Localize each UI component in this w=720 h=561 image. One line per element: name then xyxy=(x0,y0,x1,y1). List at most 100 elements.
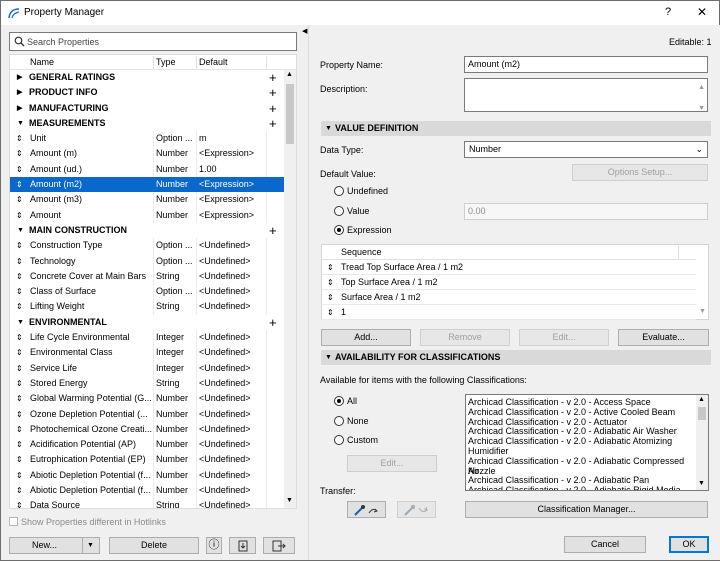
reorder-handle-icon[interactable]: ⇕ xyxy=(16,254,23,269)
classification-item[interactable]: Humidifier xyxy=(468,446,696,456)
reorder-handle-icon[interactable]: ⇕ xyxy=(16,437,23,452)
property-row[interactable]: ⇕ Environmental Class Integer <Undefined> xyxy=(10,345,284,361)
reorder-handle-icon[interactable]: ⇕ xyxy=(16,192,23,207)
new-button[interactable]: New... ▼ xyxy=(9,537,100,554)
info-button[interactable]: ⓘ xyxy=(206,537,222,554)
sequence-row[interactable]: ⇕ Tread Top Surface Area / 1 m2 xyxy=(322,260,696,275)
search-input[interactable] xyxy=(27,34,291,49)
scroll-thumb[interactable] xyxy=(286,84,294,144)
classification-item[interactable]: Archicad Classification - v 2.0 - Active… xyxy=(468,407,696,417)
scroll-thumb[interactable] xyxy=(698,407,706,420)
reorder-handle-icon[interactable]: ⇕ xyxy=(327,275,334,290)
classification-item[interactable]: Archicad Classification - v 2.0 - Adiaba… xyxy=(468,475,696,485)
property-row[interactable]: ⇕ Data Source String <Undefined> xyxy=(10,498,284,508)
radio-value[interactable]: Value xyxy=(334,206,369,216)
property-row[interactable]: ⇕ Abiotic Depletion Potential (f... Number… xyxy=(10,467,284,484)
property-row[interactable]: ⇕ Photochemical Ozone Creati... Number <Und… xyxy=(10,421,284,438)
group-row[interactable]: ▶ MANUFACTURING + xyxy=(10,101,284,116)
search-box[interactable] xyxy=(9,32,297,51)
reorder-handle-icon[interactable]: ⇕ xyxy=(16,422,23,437)
options-setup-button[interactable]: Options Setup... xyxy=(572,164,708,181)
property-row[interactable]: ⇕ Abiotic Depletion Potential (f... Number… xyxy=(10,483,284,499)
sequence-row[interactable]: ⇕ Top Surface Area / 1 m2 xyxy=(322,275,696,290)
reorder-handle-icon[interactable]: ⇕ xyxy=(16,177,23,192)
expression-sequence-list[interactable]: Sequence ⇕ Tread Top Surface Area / 1 m2 ⇕… xyxy=(321,244,709,320)
property-row[interactable]: ⇕ Technology Option ... <Undefined> xyxy=(10,253,284,269)
ok-button[interactable]: OK xyxy=(669,536,709,553)
import-button[interactable] xyxy=(229,537,256,554)
add-property-icon[interactable]: + xyxy=(269,101,277,116)
dropdown-arrow-icon[interactable]: ▼ xyxy=(87,538,94,553)
edit-classifications-button[interactable]: Edit... xyxy=(347,455,437,472)
column-header-default[interactable]: Default xyxy=(199,57,228,67)
sequence-row[interactable]: ⇕ Surface Area / 1 m2 xyxy=(322,290,696,305)
reorder-handle-icon[interactable]: ⇕ xyxy=(16,361,23,376)
collapsed-triangle-icon[interactable]: ▶ xyxy=(17,85,22,100)
delete-button[interactable]: Delete xyxy=(109,537,199,554)
property-row[interactable]: ⇕ Acidification Potential (AP) Number <Unde… xyxy=(10,437,284,453)
reorder-handle-icon[interactable]: ⇕ xyxy=(16,452,23,467)
cancel-button[interactable]: Cancel xyxy=(564,536,646,553)
export-button[interactable] xyxy=(263,537,295,554)
property-row[interactable]: ⇕ Lifting Weight String <Undefined> xyxy=(10,299,284,315)
hotlinks-checkbox[interactable]: Show Properties different in Hotlinks xyxy=(9,517,166,527)
reorder-handle-icon[interactable]: ⇕ xyxy=(16,391,23,406)
radio-none[interactable]: None xyxy=(334,416,369,426)
classification-item[interactable]: Archicad Classification - v 2.0 - Access… xyxy=(468,397,696,407)
group-row[interactable]: ▼ MEASUREMENTS + xyxy=(10,116,284,131)
value-definition-section[interactable]: ▼ VALUE DEFINITION xyxy=(321,121,711,136)
group-row[interactable]: ▼ MAIN CONSTRUCTION + xyxy=(10,223,284,238)
classification-list[interactable]: Archicad Classification - v 2.0 - Access… xyxy=(465,394,709,491)
property-row[interactable]: ⇕ Construction Type Option ... <Undefined> xyxy=(10,238,284,254)
add-property-icon[interactable]: + xyxy=(269,116,277,131)
add-property-icon[interactable]: + xyxy=(269,70,277,85)
classification-item[interactable]: Archicad Classification - v 2.0 - Adiaba… xyxy=(468,485,696,490)
add-button[interactable]: Add... xyxy=(321,329,411,346)
edit-button[interactable]: Edit... xyxy=(519,329,609,346)
collapsed-triangle-icon[interactable]: ▶ xyxy=(17,70,22,85)
property-row[interactable]: ⇕ Life Cycle Environmental Integer <Undefin… xyxy=(10,330,284,346)
expanded-triangle-icon[interactable]: ▼ xyxy=(17,223,24,238)
scroll-down-icon[interactable]: ▼ xyxy=(699,308,706,315)
remove-button[interactable]: Remove xyxy=(420,329,510,346)
expanded-triangle-icon[interactable]: ▼ xyxy=(17,315,24,330)
property-row[interactable]: ⇕ Ozone Depletion Potential (... Number <Un… xyxy=(10,406,284,422)
reorder-handle-icon[interactable]: ⇕ xyxy=(16,299,23,314)
property-row[interactable]: ⇕ Amount (m3) Number <Expression> xyxy=(10,192,284,208)
property-name-field[interactable]: Amount (m2) xyxy=(464,56,708,73)
radio-custom[interactable]: Custom xyxy=(334,435,378,445)
reorder-handle-icon[interactable]: ⇕ xyxy=(16,407,23,422)
reorder-handle-icon[interactable]: ⇕ xyxy=(16,376,23,391)
reorder-handle-icon[interactable]: ⇕ xyxy=(16,284,23,299)
transfer-pick-button[interactable] xyxy=(347,501,386,518)
reorder-handle-icon[interactable]: ⇕ xyxy=(16,498,23,508)
column-header-name[interactable]: Name xyxy=(30,57,54,67)
group-row[interactable]: ▼ ENVIRONMENTAL + xyxy=(10,315,284,330)
classification-item[interactable]: Archicad Classification - v 2.0 - Adiaba… xyxy=(468,436,696,446)
reorder-handle-icon[interactable]: ⇕ xyxy=(16,146,23,161)
property-row[interactable]: ⇕ Unit Option ... m xyxy=(10,131,284,147)
scroll-up-icon[interactable]: ▲ xyxy=(286,71,293,78)
close-button[interactable]: ✕ xyxy=(695,5,709,19)
reorder-handle-icon[interactable]: ⇕ xyxy=(16,345,23,360)
sequence-row[interactable]: ⇕ 1 xyxy=(322,305,696,320)
property-row[interactable]: ⇕ Global Warming Potential (G... Number <Un… xyxy=(10,391,284,407)
radio-all[interactable]: All xyxy=(334,396,357,406)
expanded-triangle-icon[interactable]: ▼ xyxy=(17,116,24,131)
scroll-down-icon[interactable]: ▼ xyxy=(698,480,705,487)
classification-scrollbar[interactable]: ▲ ▼ xyxy=(696,395,708,490)
help-button[interactable]: ? xyxy=(661,6,675,18)
property-row[interactable]: ⇕ Amount (m2) Number <Expression> xyxy=(10,177,284,193)
availability-section[interactable]: ▼ AVAILABILITY FOR CLASSIFICATIONS xyxy=(321,350,711,365)
reorder-handle-icon[interactable]: ⇕ xyxy=(327,290,334,305)
scroll-up-icon[interactable]: ▲ xyxy=(698,396,705,403)
transfer-inject-button[interactable] xyxy=(397,501,436,518)
property-row[interactable]: ⇕ Class of Surface Option ... <Undefined> xyxy=(10,284,284,300)
property-row[interactable]: ⇕ Amount (ud.) Number 1.00 xyxy=(10,161,284,178)
collapse-triangle-icon[interactable]: ▼ xyxy=(325,350,332,365)
collapsed-triangle-icon[interactable]: ▶ xyxy=(17,101,22,116)
radio-undefined[interactable]: Undefined xyxy=(334,186,388,196)
description-field[interactable]: ▲ ▼ xyxy=(464,78,708,112)
reorder-handle-icon[interactable]: ⇕ xyxy=(16,131,23,146)
reorder-handle-icon[interactable]: ⇕ xyxy=(327,260,334,275)
